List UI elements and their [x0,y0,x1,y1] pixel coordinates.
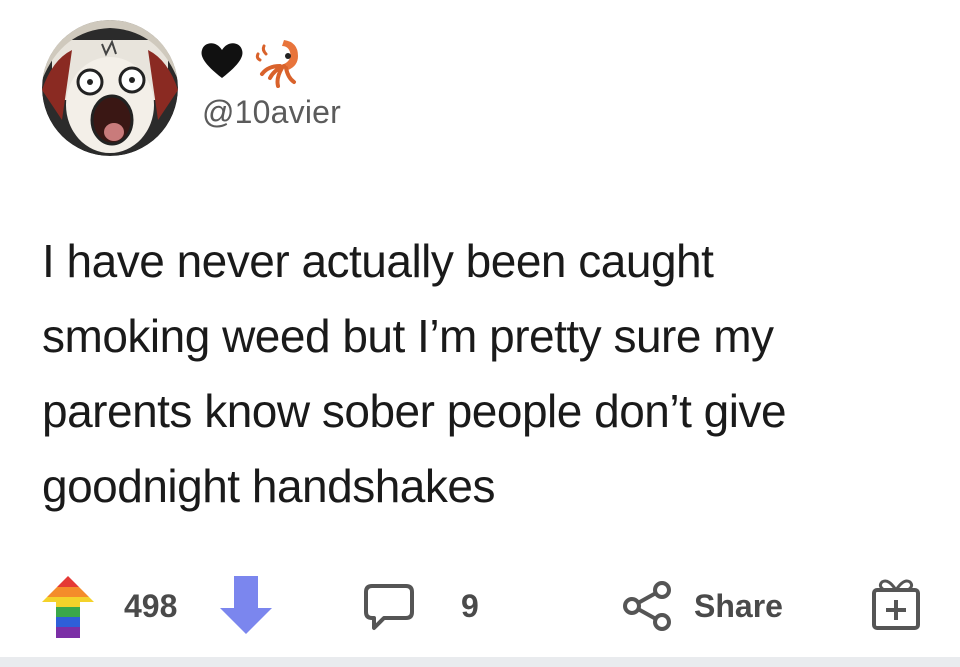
post-text-line: parents know sober people don’t give [42,385,787,437]
post-text-line: I have never actually been caught [42,235,714,287]
user-handle[interactable]: @10avier [202,94,341,131]
action-bar: 498 9 Share [0,570,960,645]
post-text-line: goodnight handshakes [42,460,495,512]
divider [0,657,960,667]
squid-emoji [255,40,298,88]
downvote-arrow-icon[interactable] [220,576,272,634]
upvote-arrow-icon[interactable] [42,576,94,638]
share-icon[interactable] [622,580,674,632]
upvote-count: 498 [124,588,178,624]
comment-icon[interactable] [362,582,416,636]
post-text-line: smoking weed but I’m pretty sure my [42,310,774,362]
post-card: @10avier I have never actually been caug… [0,0,960,667]
black-heart-emoji [201,43,243,78]
share-button[interactable]: Share [694,588,783,625]
comment-count: 9 [461,588,479,624]
avatar[interactable] [42,20,178,156]
post-text: I have never actually been caught smokin… [42,224,942,524]
avatar-image [42,20,178,156]
gift-icon[interactable] [870,576,922,632]
